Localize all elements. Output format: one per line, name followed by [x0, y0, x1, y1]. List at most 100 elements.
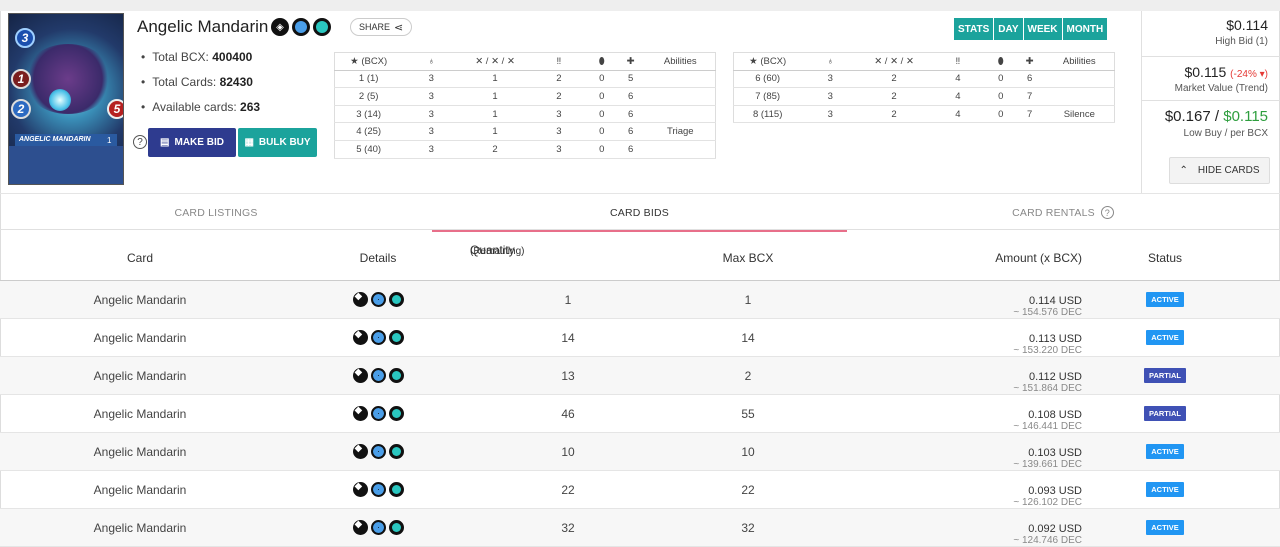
level-cell: 1	[460, 122, 530, 141]
high-bid-label: High Bid (1)	[1215, 36, 1268, 47]
bid-usd: 0.114 USD	[1029, 295, 1082, 307]
level-cell: 1 (1)	[334, 70, 403, 89]
level-cell: 6	[615, 122, 646, 141]
bid-details	[300, 281, 456, 318]
col-bcx: ★ (BCX)	[733, 52, 802, 71]
water-element-icon	[370, 406, 386, 421]
level-cell	[1044, 87, 1115, 106]
bid-status: ACTIVE	[1125, 471, 1205, 508]
bid-max-bcx: 1	[744, 292, 752, 307]
detail-icons	[352, 291, 404, 307]
bid-status: ACTIVE	[1125, 319, 1205, 356]
make-bid-button[interactable]: ▤ MAKE BID	[148, 128, 236, 157]
bid-card-name: Angelic Mandarin	[93, 520, 187, 535]
level-cell	[645, 105, 716, 124]
hide-cards-button[interactable]: ⌃ HIDE CARDS	[1169, 157, 1270, 184]
card-name-banner: ANGELIC MANDARIN	[15, 134, 117, 146]
bid-amount: 0.092 USD ~ 124.746 DEC	[880, 509, 1082, 546]
help-icon[interactable]: ?	[133, 135, 147, 149]
high-bid: $0.114 High Bid (1)	[1215, 17, 1268, 47]
level-cell: 3	[402, 70, 461, 89]
level-row: 8 (115) 3 2 4 0 7 Silence	[733, 105, 1115, 124]
armor-col-icon: ⬮	[587, 52, 616, 71]
gold-foil-icon: ◈	[271, 18, 289, 36]
level-cell: 6 (60)	[733, 70, 802, 89]
status-badge: ACTIVE	[1146, 444, 1184, 459]
bid-dec: ~ 146.441 DEC	[1013, 421, 1082, 432]
level-cell: 2	[460, 140, 530, 159]
col-abilities: Abilities	[645, 52, 716, 71]
speed-col-icon: ‼	[529, 52, 588, 71]
market-value: $0.115 (-24% ▾) Market Value (Trend)	[1175, 64, 1268, 94]
level-row: 4 (25) 3 1 3 0 6 Triage	[334, 122, 716, 141]
card-bottom	[9, 146, 123, 184]
level-table-header: ★ (BCX) ♁ ✕ / ✕ / ✕ ‼ ⬮ ✚ Abilities	[334, 52, 716, 71]
bid-row[interactable]: Angelic Mandarin 13 2 0.112 USD~ 151.864 DE…	[0, 357, 1280, 395]
period-day[interactable]: DAY	[994, 18, 1023, 40]
bid-row[interactable]: Angelic Mandarin 46 55 0.108 USD~ 146.441 D…	[0, 395, 1280, 433]
level-cell: 4	[928, 105, 987, 124]
level-table-2: ★ (BCX) ♁ ✕ / ✕ / ✕ ‼ ⬮ ✚ Abilities 6 (6…	[733, 52, 1115, 124]
bid-quantity: 14	[561, 330, 575, 345]
share-button[interactable]: SHARE ⋖	[350, 18, 413, 36]
tab-card-bids[interactable]: CARD BIDS	[432, 194, 847, 232]
level-cell: 0	[587, 70, 616, 89]
bid-details	[300, 357, 456, 394]
high-bid-value: $0.114	[1226, 17, 1268, 33]
tab-card-listings[interactable]: CARD LISTINGS	[0, 194, 432, 231]
bid-status: ACTIVE	[1125, 433, 1205, 470]
health-col-icon: ✚	[615, 52, 646, 71]
status-badge: PARTIAL	[1144, 406, 1186, 421]
bulk-buy-button[interactable]: ▦ BULK BUY	[238, 128, 317, 157]
bid-amount: 0.113 USD ~ 153.220 DEC	[880, 319, 1082, 356]
level-cell: 2	[529, 70, 588, 89]
level-cell: 3	[402, 87, 461, 106]
level-row: 2 (5) 3 1 2 0 6	[334, 87, 716, 106]
card-image: 3 1 2 5 ANGELIC MANDARIN 1	[8, 13, 124, 185]
bid-max-bcx: 22	[741, 482, 755, 497]
bid-details	[300, 471, 456, 508]
bid-dec: ~ 151.864 DEC	[1013, 383, 1082, 394]
level-row: 5 (40) 3 2 3 0 6	[334, 140, 716, 159]
detail-icons	[352, 481, 404, 497]
bid-card-name: Angelic Mandarin	[93, 330, 187, 345]
level-cell	[645, 87, 716, 106]
period-buttons: STATS DAY WEEK MONTH	[954, 18, 1108, 40]
col-bcx: ★ (BCX)	[334, 52, 403, 71]
card-health: 5	[107, 99, 123, 119]
detail-icons	[352, 367, 404, 383]
bid-icon: ▤	[160, 137, 170, 148]
help-icon[interactable]: ?	[1100, 206, 1114, 219]
tab-card-rentals[interactable]: CARD RENTALS?	[847, 194, 1279, 231]
bid-row[interactable]: Angelic Mandarin 1 1 0.114 USD~ 154.576 DEC…	[0, 281, 1280, 319]
edition-icon	[388, 368, 404, 383]
level-cell: 3	[529, 105, 588, 124]
bid-max-bcx: 55	[741, 406, 755, 421]
detail-icons	[352, 405, 404, 421]
card-title: Angelic Mandarin	[137, 17, 269, 36]
level-row: 6 (60) 3 2 4 0 6	[733, 70, 1115, 89]
detail-icons	[352, 329, 404, 345]
bid-row[interactable]: Angelic Mandarin 22 22 0.093 USD~ 126.102 D…	[0, 471, 1280, 509]
bid-max-bcx: 10	[741, 444, 755, 459]
level-cell: 1	[460, 70, 530, 89]
gold-foil-icon	[352, 329, 368, 345]
level-cell: 6	[615, 140, 646, 159]
bid-status: PARTIAL	[1125, 357, 1205, 394]
period-week[interactable]: WEEK	[1023, 18, 1062, 40]
bid-row[interactable]: Angelic Mandarin 32 32 0.092 USD~ 124.746 D…	[0, 509, 1280, 547]
mana-col-icon: ♁	[801, 52, 860, 71]
edition-icon	[388, 520, 404, 535]
bid-row[interactable]: Angelic Mandarin 14 14 0.113 USD~ 153.220 D…	[0, 319, 1280, 357]
level-cell: 7 (85)	[733, 87, 802, 106]
level-cell	[1044, 70, 1115, 89]
period-month[interactable]: MONTH	[1062, 18, 1108, 40]
level-cell: 3	[402, 122, 461, 141]
low-buy-value: $0.167	[1164, 108, 1211, 125]
trend-down-icon: ▾	[1259, 69, 1265, 80]
per-bcx-value: $0.115	[1223, 108, 1268, 125]
period-stats[interactable]: STATS	[954, 18, 994, 40]
water-element-icon	[370, 368, 386, 383]
bid-row[interactable]: Angelic Mandarin 10 10 0.103 USD~ 139.661 D…	[0, 433, 1280, 471]
bid-card-name: Angelic Mandarin	[93, 406, 187, 421]
